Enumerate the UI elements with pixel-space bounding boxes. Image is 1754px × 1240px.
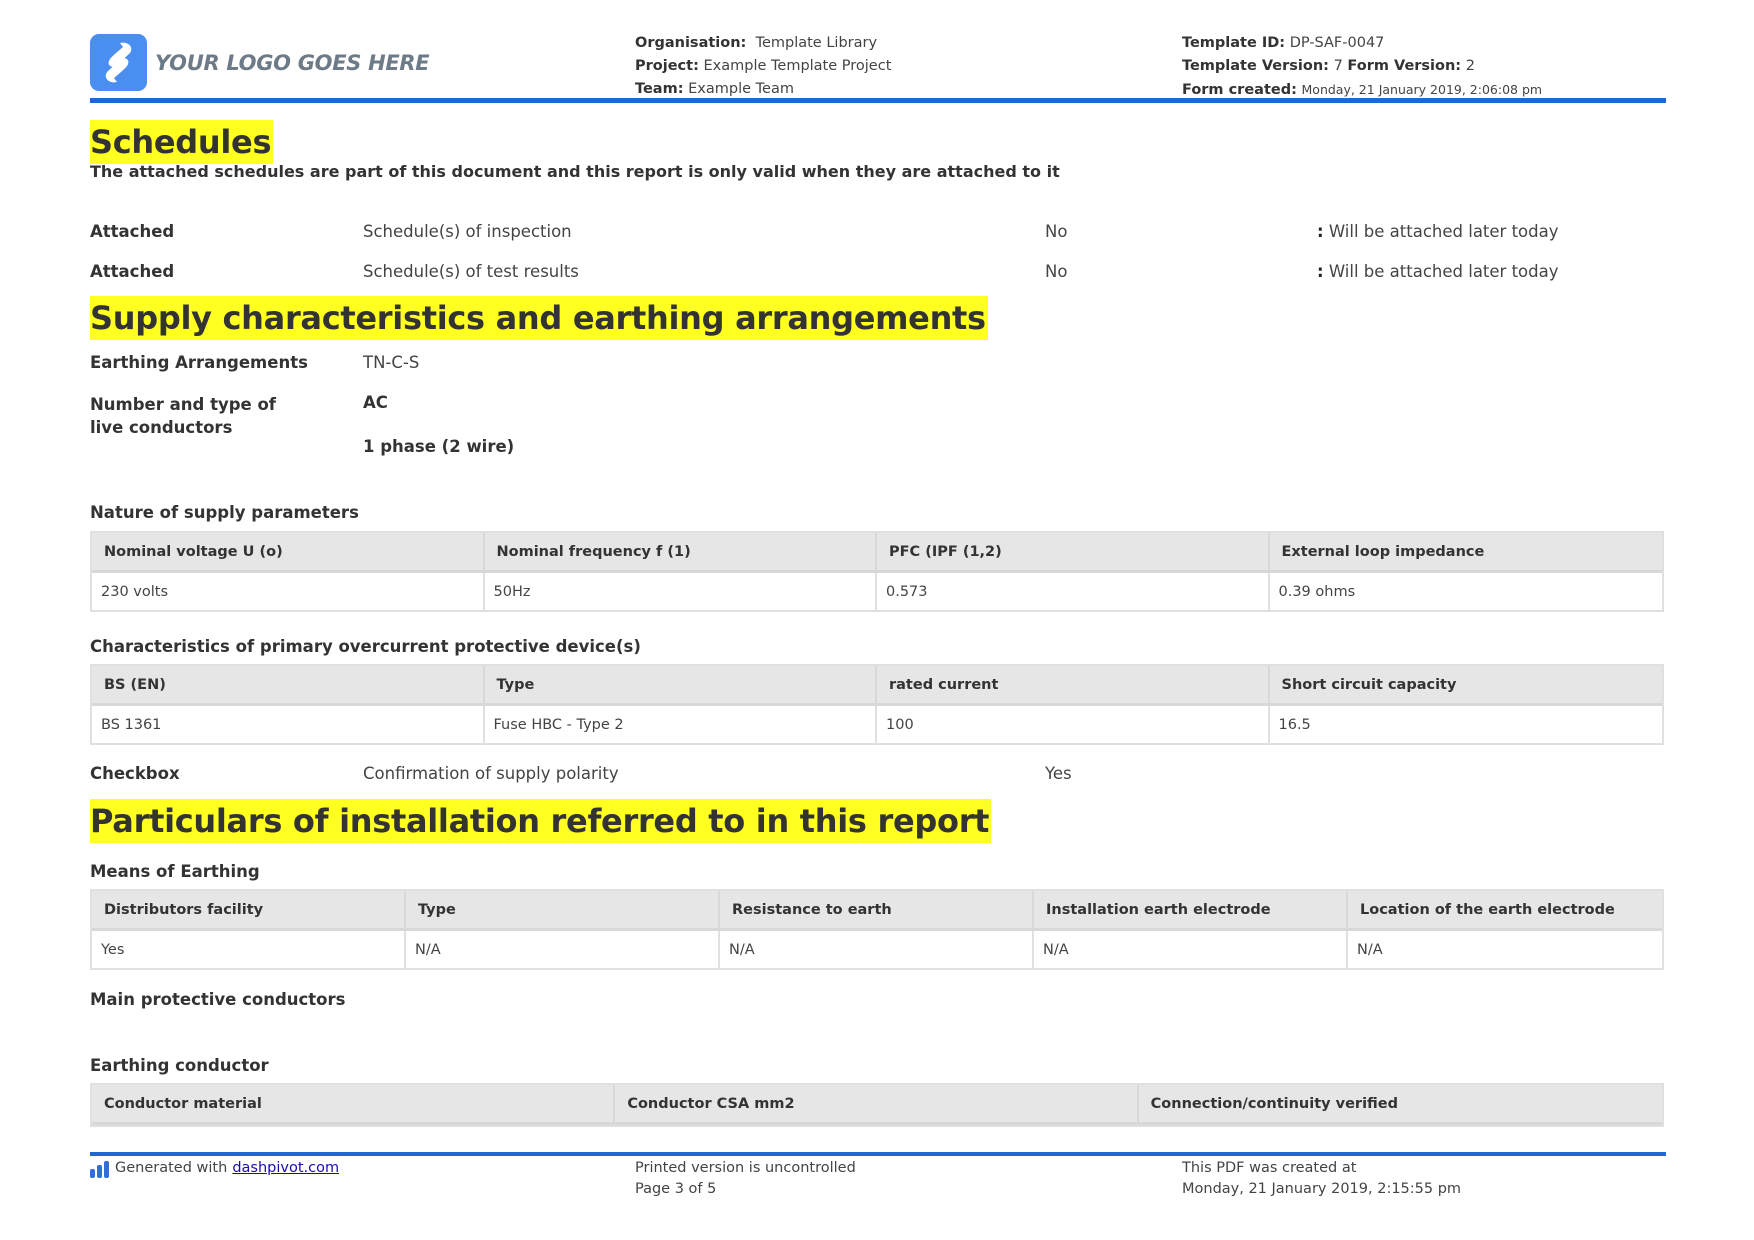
organisation-value: Template Library <box>755 35 878 51</box>
dashpivot-logo-icon <box>90 1160 109 1178</box>
overcurrent-device-table: BS (EN) Type rated current Short circuit… <box>90 664 1664 745</box>
table-cell: 16.5 <box>1269 706 1662 743</box>
column-header: Type <box>484 666 877 706</box>
row-value: AC <box>363 393 388 412</box>
overcurrent-device-title: Characteristics of primary overcurrent p… <box>90 637 641 656</box>
row-item: Schedule(s) of test results <box>363 262 579 281</box>
column-header: Location of the earth electrode <box>1348 891 1662 931</box>
company-logo: YOUR LOGO GOES HERE <box>90 34 430 91</box>
generated-text: Generated with <box>115 1160 228 1176</box>
schedules-lead-text: The attached schedules are part of this … <box>90 162 1060 181</box>
table-header-row: BS (EN) Type rated current Short circuit… <box>92 666 1662 706</box>
project-line: Project: Example Template Project <box>635 58 892 74</box>
header-project-info: Organisation: Template Library Project: … <box>635 32 891 101</box>
table-row: Yes N/A N/A N/A N/A <box>92 931 1662 968</box>
section-heading-schedules: Schedules <box>90 120 274 164</box>
column-header: Conductor material <box>92 1085 616 1125</box>
page-number: Page 3 of 5 <box>635 1181 717 1197</box>
column-header: Conductor CSA mm2 <box>615 1085 1139 1125</box>
column-header: Distributors facility <box>92 891 406 931</box>
means-of-earthing-table: Distributors facility Type Resistance to… <box>90 889 1664 970</box>
document-page: YOUR LOGO GOES HERE Organisation: Templa… <box>90 0 1666 1240</box>
template-version-value: 7 <box>1333 58 1343 74</box>
footer-print-info: Printed version is uncontrolled Page 3 o… <box>635 1158 856 1200</box>
row-note: : Will be attached later today <box>1317 262 1559 281</box>
page-header: YOUR LOGO GOES HERE Organisation: Templa… <box>90 32 1666 98</box>
nature-of-supply-title: Nature of supply parameters <box>90 503 359 522</box>
column-header: Resistance to earth <box>720 891 1034 931</box>
form-version-value: 2 <box>1465 58 1475 74</box>
organisation-line: Organisation: Template Library <box>635 35 878 51</box>
table-cell: 100 <box>877 706 1270 743</box>
column-header: Nominal voltage U (o) <box>92 533 485 573</box>
row-label: Attached <box>90 262 175 281</box>
pdf-created-label: This PDF was created at <box>1182 1160 1357 1176</box>
section-heading-installation: Particulars of installation referred to … <box>90 799 992 843</box>
table-cell: Yes <box>92 931 406 968</box>
logo-icon <box>90 34 147 91</box>
row-note: : Will be attached later today <box>1317 222 1559 241</box>
table-cell: N/A <box>1348 931 1662 968</box>
row-value: No <box>1045 222 1068 241</box>
header-template-info: Template ID: DP-SAF-0047 Template Versio… <box>1182 32 1542 102</box>
dashpivot-link[interactable]: dashpivot.com <box>232 1158 339 1179</box>
row-label: Number and type of live conductors <box>90 395 276 437</box>
row-label: Checkbox <box>90 764 180 783</box>
footer-divider <box>90 1152 1666 1156</box>
row-value: TN-C-S <box>363 353 420 372</box>
row-value: Yes <box>1045 764 1072 783</box>
row-value-secondary: 1 phase (2 wire) <box>363 437 515 456</box>
table-header-row: Nominal voltage U (o) Nominal frequency … <box>92 533 1662 573</box>
row-label: Earthing Arrangements <box>90 353 308 372</box>
logo-text: YOUR LOGO GOES HERE <box>155 50 430 75</box>
table-header-row: Conductor material Conductor CSA mm2 Con… <box>92 1085 1662 1125</box>
column-header: Connection/continuity verified <box>1138 1085 1662 1125</box>
means-of-earthing-title: Means of Earthing <box>90 862 260 881</box>
team-value: Example Team <box>688 81 794 97</box>
table-header-row: Distributors facility Type Resistance to… <box>92 891 1662 931</box>
table-cell: 230 volts <box>92 573 485 610</box>
pdf-created-value: Monday, 21 January 2019, 2:15:55 pm <box>1182 1181 1462 1197</box>
table-cell: 50Hz <box>484 573 877 610</box>
table-cell: N/A <box>720 931 1034 968</box>
template-id-value: DP-SAF-0047 <box>1289 35 1385 51</box>
column-header: Installation earth electrode <box>1034 891 1348 931</box>
column-header: rated current <box>877 666 1270 706</box>
table-cell: 0.573 <box>877 573 1270 610</box>
column-header: External loop impedance <box>1269 533 1662 573</box>
column-header: PFC (IPF (1,2) <box>877 533 1270 573</box>
main-protective-conductors-title: Main protective conductors <box>90 990 346 1009</box>
template-id-line: Template ID: DP-SAF-0047 <box>1182 35 1385 51</box>
nature-of-supply-table: Nominal voltage U (o) Nominal frequency … <box>90 531 1664 612</box>
header-divider <box>90 98 1666 103</box>
project-value: Example Template Project <box>703 58 892 74</box>
column-header: Short circuit capacity <box>1269 666 1662 706</box>
section-heading-supply: Supply characteristics and earthing arra… <box>90 296 988 340</box>
row-item: Confirmation of supply polarity <box>363 764 619 783</box>
generated-with: Generated with dashpivot.com <box>90 1158 339 1179</box>
row-value: No <box>1045 262 1068 281</box>
column-header: BS (EN) <box>92 666 485 706</box>
form-created-value: Monday, 21 January 2019, 2:06:08 pm <box>1301 82 1543 97</box>
column-header: Type <box>406 891 720 931</box>
uncontrolled-notice: Printed version is uncontrolled <box>635 1160 856 1176</box>
row-label: Attached <box>90 222 175 241</box>
table-cell: BS 1361 <box>92 706 485 743</box>
earthing-conductor-table: Conductor material Conductor CSA mm2 Con… <box>90 1083 1664 1127</box>
table-cell: N/A <box>406 931 720 968</box>
table-cell: 0.39 ohms <box>1269 573 1662 610</box>
version-line: Template Version: 7 Form Version: 2 <box>1182 58 1475 74</box>
earthing-conductor-title: Earthing conductor <box>90 1056 269 1075</box>
table-row: 230 volts 50Hz 0.573 0.39 ohms <box>92 573 1662 610</box>
table-cell: Fuse HBC - Type 2 <box>484 706 877 743</box>
column-header: Nominal frequency f (1) <box>484 533 877 573</box>
row-item: Schedule(s) of inspection <box>363 222 572 241</box>
table-cell: N/A <box>1034 931 1348 968</box>
footer-created-info: This PDF was created at Monday, 21 Janua… <box>1182 1158 1461 1200</box>
table-row: BS 1361 Fuse HBC - Type 2 100 16.5 <box>92 706 1662 743</box>
